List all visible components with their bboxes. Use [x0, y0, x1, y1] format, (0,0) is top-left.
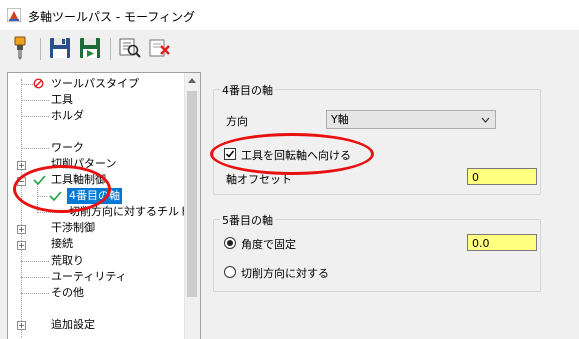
collapse-toggle[interactable]: −: [17, 177, 26, 186]
save-and-run-button[interactable]: [78, 36, 102, 60]
radio-selected-dot: [227, 240, 233, 246]
checkmark-icon: [49, 191, 62, 202]
tree-item-label: 接続: [51, 237, 73, 250]
axis5-group: [213, 219, 541, 292]
tree-item-label: 工具軸制御: [51, 173, 106, 186]
delete-button[interactable]: [148, 36, 172, 60]
axis-offset-input[interactable]: 0: [467, 168, 537, 185]
tree-scrollbar[interactable]: [184, 73, 200, 339]
tree-item-label: ホルダ: [51, 109, 84, 122]
settings-tree[interactable]: ツールパスタイプ 工具 ホルダ ワーク + 切削パターン − 工具軸制御 4番目…: [7, 72, 201, 339]
tree-item-label: 干渉制御: [51, 221, 95, 234]
preview-button[interactable]: [118, 36, 142, 60]
tree-item-label: 追加設定: [51, 318, 95, 331]
tree-connector: [21, 79, 22, 337]
scroll-up-arrow-icon[interactable]: [188, 78, 196, 83]
relative-to-cut-radio[interactable]: [224, 266, 236, 278]
save-button[interactable]: [48, 36, 72, 60]
checkmark-icon: [225, 150, 235, 158]
axis-offset-label: 軸オフセット: [226, 173, 292, 186]
tree-connector: [37, 212, 67, 213]
tool-button[interactable]: [8, 36, 32, 60]
tree-item-label: ワーク: [51, 141, 84, 154]
tree-connector: [21, 261, 49, 262]
direction-dropdown[interactable]: Y軸: [326, 110, 496, 129]
fixed-angle-radio[interactable]: [224, 237, 236, 249]
window-title: 多軸ツールパス - モーフィング: [28, 10, 196, 24]
preview-icon: [119, 38, 141, 58]
tree-item-label: ユーティリティ: [51, 270, 127, 283]
tree-connector: [21, 293, 49, 294]
expand-toggle[interactable]: +: [17, 161, 26, 170]
tree-connector: [21, 277, 49, 278]
axis5-group-title: 5番目の軸: [220, 212, 275, 228]
orient-tool-label[interactable]: 工具を回転軸へ向ける: [241, 147, 351, 163]
orient-tool-checkbox[interactable]: [224, 148, 236, 160]
title-bar: 多軸ツールパス - モーフィング: [0, 0, 579, 30]
delete-icon: [149, 39, 170, 57]
tree-item-label: 荒取り: [51, 254, 84, 267]
tree-item-label: 切削方向に対するチルト: [69, 205, 190, 218]
tree-connector: [21, 116, 49, 117]
tree-connector: [37, 183, 38, 211]
direction-value: Y軸: [331, 113, 349, 126]
tree-connector: [37, 196, 47, 197]
relative-to-cut-label[interactable]: 切削方向に対する: [241, 265, 329, 281]
toolbar-separator: [110, 38, 111, 60]
invalid-icon: [33, 78, 44, 89]
tree-item-label: ツールパスタイプ: [51, 77, 139, 90]
expand-toggle[interactable]: +: [17, 225, 26, 234]
scrollbar-thumb[interactable]: [187, 91, 197, 297]
tree-item-label: 工具: [51, 93, 73, 106]
expand-toggle[interactable]: +: [17, 241, 26, 250]
tree-item-label: 切削パターン: [51, 157, 117, 170]
tool-icon: [14, 36, 26, 60]
expand-toggle[interactable]: +: [17, 321, 26, 330]
tree-connector: [21, 148, 49, 149]
save-and-run-icon: [80, 38, 100, 58]
fixed-angle-label[interactable]: 角度で固定: [241, 236, 296, 252]
tree-connector: [21, 84, 33, 85]
tree-item-label: その他: [51, 286, 84, 299]
toolbar: [0, 30, 579, 68]
tree-connector: [21, 100, 49, 101]
save-icon: [50, 38, 70, 58]
chevron-down-icon: [481, 117, 490, 123]
app-icon: [7, 8, 21, 22]
fixed-angle-input[interactable]: 0.0: [467, 234, 537, 251]
toolbar-separator: [40, 38, 41, 60]
tree-item-label: 4番目の軸: [67, 188, 122, 204]
direction-label: 方向: [226, 115, 248, 128]
axis4-group-title: 4番目の軸: [220, 82, 275, 98]
checkmark-icon: [33, 175, 46, 186]
